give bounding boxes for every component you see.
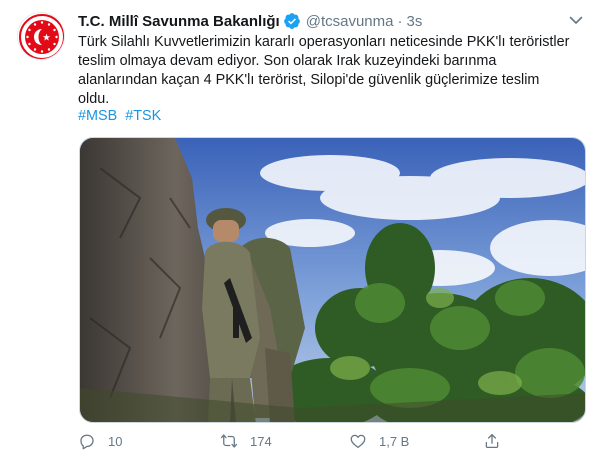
retweet-count: 174 bbox=[250, 433, 272, 449]
hashtag-list: #MSB #TSK bbox=[78, 108, 165, 124]
avatar[interactable] bbox=[17, 12, 65, 60]
tweet-card[interactable]: T.C. Millî Savunma Bakanlığı @tcsavunma … bbox=[0, 0, 598, 456]
like-count: 1,7 B bbox=[379, 433, 410, 449]
hashtag-link[interactable]: #MSB bbox=[78, 108, 117, 124]
soldier-photo bbox=[80, 138, 585, 422]
tweet-timestamp[interactable]: 3s bbox=[406, 13, 422, 30]
tweet-text-line: Türk Silahlı Kuvvetlerimizin kararlı ope… bbox=[78, 34, 570, 50]
tweet-actions: 10 174 1,7 B bbox=[78, 432, 508, 452]
account-name[interactable]: T.C. Millî Savunma Bakanlığı bbox=[78, 13, 280, 30]
retweet-icon bbox=[220, 434, 238, 448]
reply-button[interactable]: 10 bbox=[78, 432, 122, 450]
share-icon bbox=[485, 433, 499, 449]
like-button[interactable]: 1,7 B bbox=[349, 432, 409, 450]
tweet-text-line: oldu. bbox=[78, 91, 110, 107]
tweet-text-line: alanlarından kaçan 4 PKK'lı terörist, Si… bbox=[78, 72, 540, 88]
tweet-header: T.C. Millî Savunma Bakanlığı @tcsavunma … bbox=[78, 11, 422, 31]
retweet-button[interactable]: 174 bbox=[220, 432, 272, 450]
hashtag-link[interactable]: #TSK bbox=[125, 108, 161, 124]
msb-emblem-icon bbox=[19, 14, 64, 59]
account-handle[interactable]: @tcsavunma bbox=[306, 13, 394, 30]
reply-count: 10 bbox=[108, 433, 123, 449]
tweet-text: Türk Silahlı Kuvvetlerimizin kararlı ope… bbox=[78, 33, 588, 109]
chevron-down-icon[interactable] bbox=[568, 12, 584, 28]
tweet-photo[interactable] bbox=[79, 137, 586, 423]
verified-badge-icon bbox=[283, 12, 301, 30]
separator-dot: · bbox=[397, 12, 403, 30]
tweet-text-line: teslim olmaya devam ediyor. Son olarak I… bbox=[78, 53, 497, 69]
heart-icon bbox=[350, 434, 366, 449]
reply-icon bbox=[80, 434, 94, 450]
share-button[interactable] bbox=[483, 432, 501, 450]
